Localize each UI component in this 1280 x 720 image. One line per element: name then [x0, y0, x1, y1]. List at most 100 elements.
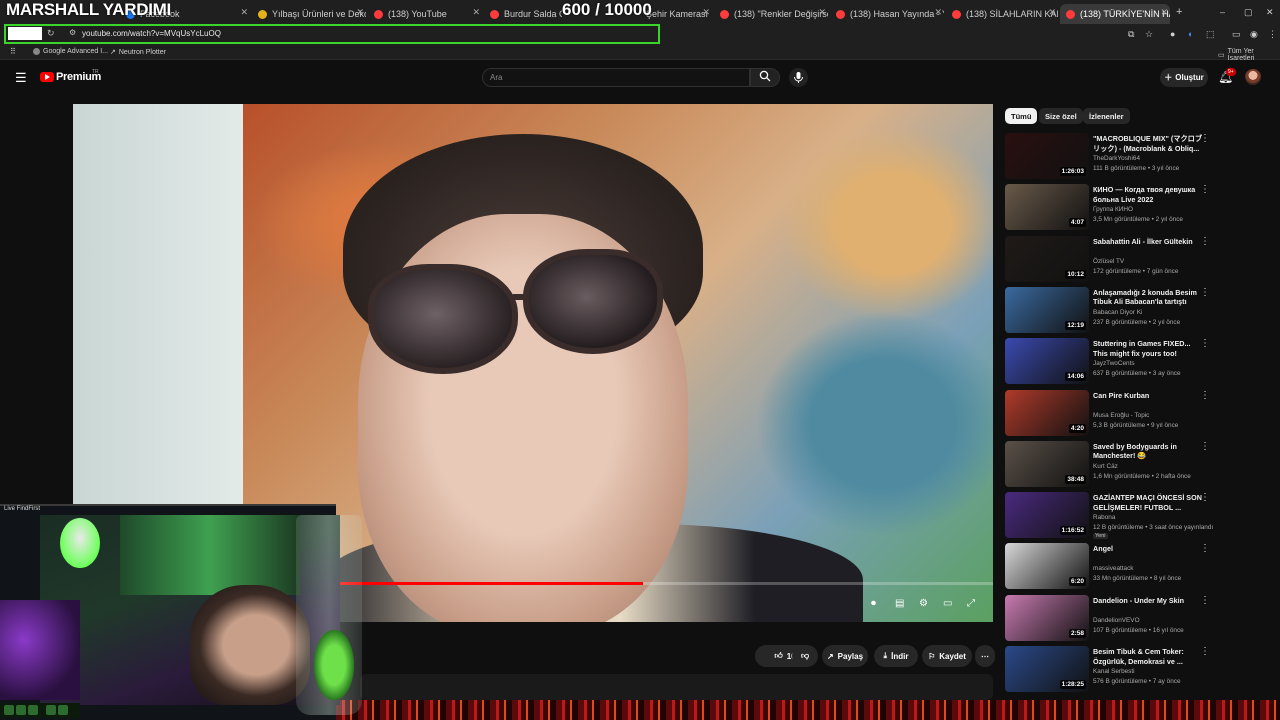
video-thumbnail[interactable]: 6:20 — [1005, 543, 1089, 590]
video-title[interactable]: Dandelion - Under My Skin — [1093, 596, 1205, 606]
bookmark-star-icon[interactable]: ☆ — [1145, 29, 1153, 40]
sidebar-icon[interactable]: ▭ — [1232, 29, 1241, 40]
more-vertical-icon[interactable]: ⋮ — [1200, 595, 1210, 606]
video-title[interactable]: Stuttering in Games FIXED... This might … — [1093, 339, 1205, 358]
channel-name[interactable]: Группа КИНО — [1093, 206, 1133, 213]
video-title[interactable]: Anlaşamadığı 2 konuda Besim Tibuk Ali Ba… — [1093, 288, 1205, 307]
more-vertical-icon[interactable]: ⋮ — [1200, 236, 1210, 247]
channel-name[interactable]: Kurt Cäz — [1093, 463, 1118, 470]
video-title[interactable]: Saved by Bodyguards in Manchester! 😂 — [1093, 442, 1205, 461]
bookmark-item[interactable]: Google Advanced I... — [33, 48, 108, 55]
video-thumbnail[interactable]: 4:20 — [1005, 389, 1089, 436]
extension-icon[interactable]: ◐ — [1188, 29, 1193, 39]
minimize-icon[interactable]: – — [1220, 7, 1225, 17]
site-info-icon[interactable]: ⚙ — [69, 28, 76, 37]
prev-icon[interactable] — [46, 705, 56, 715]
browser-tab[interactable]: (138) SİLAHLARIN KANUNU✕ — [946, 4, 1058, 24]
close-icon[interactable]: ✕ — [240, 7, 248, 18]
maximize-icon[interactable]: ▢ — [1244, 7, 1253, 18]
dislike-button[interactable]: 👎︎ — [792, 645, 818, 667]
video-thumbnail[interactable]: 12:19 — [1005, 286, 1089, 333]
browser-tab[interactable]: (138) Hasan Yayında - YouTube✕ — [830, 4, 944, 24]
video-title[interactable]: Sabahattin Ali - İlker Gültekin — [1093, 237, 1205, 247]
chip-watched[interactable]: İzlenenler — [1083, 108, 1130, 124]
channel-name[interactable]: massiveattack — [1093, 565, 1134, 572]
channel-name[interactable]: Özlüsel TV — [1093, 258, 1124, 265]
more-vertical-icon[interactable]: ⋮ — [1200, 287, 1210, 298]
recommendation-card[interactable]: 4:20 Can Pire Kurban Musa Eroğlu - Topic 5,… — [1005, 389, 1210, 438]
channel-name[interactable]: DandelionVEVO — [1093, 617, 1140, 624]
recommendation-card[interactable]: 4:07 КИНО — Когда твоя девушка больна Liv… — [1005, 184, 1210, 232]
channel-name[interactable]: JayzTwoCents — [1093, 360, 1135, 367]
close-icon[interactable]: ✕ — [356, 7, 364, 18]
apps-icon[interactable]: ⠿ — [10, 47, 16, 56]
browser-tab[interactable]: Yılbaşı Ürünleri ve Dekorasyon✕ — [252, 4, 366, 24]
more-vertical-icon[interactable]: ⋮ — [1200, 338, 1210, 349]
recommendation-card[interactable]: 10:12 Sabahattin Ali - İlker Gültekin Özlü… — [1005, 235, 1210, 284]
browser-tab[interactable]: Burdur Salda Gölü Canlı — [484, 4, 562, 24]
close-icon[interactable]: ✕ — [818, 7, 826, 18]
profile-icon[interactable]: ◉ — [1250, 29, 1258, 40]
close-icon[interactable]: ✕ — [702, 7, 710, 18]
channel-name[interactable]: Musa Eroğlu - Topic — [1093, 412, 1149, 419]
voice-search-button[interactable] — [789, 68, 808, 87]
extensions-puzzle-icon[interactable]: ⬚ — [1206, 29, 1215, 40]
avatar[interactable] — [1245, 69, 1261, 85]
save-button[interactable]: ⚐ Kaydet — [922, 645, 972, 667]
more-vertical-icon[interactable]: ⋮ — [1200, 390, 1210, 401]
cast-icon[interactable]: ⧉ — [1128, 29, 1134, 40]
browser-tab[interactable]: (138) "Renkler Değişirse...Hay✕ — [714, 4, 828, 24]
fullscreen-icon[interactable]: ⤢ — [967, 598, 975, 609]
recommendation-card[interactable]: 1:16:52 GAZİANTEP MAÇI ÖNCESİ SON GELİŞME… — [1005, 492, 1213, 540]
recommendation-card[interactable]: 6:20 Angel massiveattack 33 Mn görüntüleme … — [1005, 543, 1210, 591]
create-button[interactable]: ＋ Oluştur — [1160, 68, 1208, 87]
browser-menu-icon[interactable]: ⋮ — [1268, 29, 1277, 40]
search-input[interactable] — [482, 68, 750, 87]
close-window-icon[interactable]: ✕ — [1266, 7, 1274, 18]
description-box[interactable] — [360, 674, 993, 700]
video-thumbnail[interactable]: 1:28:25 — [1005, 646, 1089, 692]
chip-for-you[interactable]: Size özel — [1039, 108, 1083, 124]
recommendation-card[interactable]: 2:58 Dandelion - Under My Skin DandelionVE… — [1005, 594, 1210, 643]
more-vertical-icon[interactable]: ⋮ — [1200, 492, 1210, 503]
bookmark-item[interactable]: ↗ Neutron Plotter — [110, 48, 166, 57]
menu-icon[interactable]: ☰ — [15, 70, 27, 86]
share-button[interactable]: ↗ Paylaş — [822, 645, 868, 667]
more-vertical-icon[interactable]: ⋮ — [1200, 543, 1210, 554]
video-thumbnail[interactable]: 14:06 — [1005, 338, 1089, 385]
play-icon[interactable] — [16, 705, 26, 715]
theater-mode-icon[interactable]: ▭ — [943, 598, 952, 609]
channel-name[interactable]: Kanal Serbesti — [1093, 668, 1135, 675]
channel-name[interactable]: Babacan Diyor Ki — [1093, 309, 1142, 316]
browser-tab-active[interactable]: (138) TÜRKİYE'NİN HALKI✕ — [1060, 4, 1170, 24]
video-thumbnail[interactable]: 38:48 — [1005, 440, 1089, 487]
recommendation-card[interactable]: 1:28:25 Besim Tibuk & Cem Toker: Özgürlük… — [1005, 646, 1210, 694]
download-button[interactable]: ⤓ İndir — [874, 645, 918, 667]
reload-icon[interactable]: ↻ — [47, 28, 55, 39]
close-icon[interactable]: ✕ — [472, 7, 480, 18]
recommendation-card[interactable]: 12:19 Anlaşamadığı 2 konuda Besim Tibuk A… — [1005, 286, 1210, 335]
more-vertical-icon[interactable]: ⋮ — [1200, 184, 1210, 195]
video-thumbnail[interactable]: 1:26:03 — [1005, 133, 1089, 179]
subtitles-icon[interactable]: ▤ — [895, 598, 904, 609]
more-vertical-icon[interactable]: ⋮ — [1200, 646, 1210, 657]
video-thumbnail[interactable]: 10:12 — [1005, 235, 1089, 282]
more-vertical-icon[interactable]: ⋮ — [1200, 441, 1210, 452]
recommendation-card[interactable]: 1:26:03 "MACROBLIQUE MIX" (マクロブリック) - (Ma… — [1005, 133, 1210, 181]
close-icon[interactable]: ✕ — [934, 7, 942, 18]
video-title[interactable]: Can Pire Kurban — [1093, 391, 1205, 401]
new-tab-button[interactable]: + — [1176, 6, 1182, 18]
channel-name[interactable]: Rabona — [1093, 514, 1115, 521]
pause-icon[interactable] — [4, 705, 14, 715]
more-vertical-icon[interactable]: ⋮ — [1200, 133, 1210, 144]
chip-all[interactable]: Tümü — [1005, 108, 1038, 124]
settings-gear-icon[interactable]: ⚙ — [919, 598, 928, 609]
browser-tab[interactable]: (138) YouTube ✕ — [368, 4, 482, 24]
next-icon[interactable] — [58, 705, 68, 715]
video-title[interactable]: КИНО — Когда твоя девушка больна Live 20… — [1093, 185, 1205, 204]
extension-icon[interactable]: ● — [1170, 29, 1175, 39]
url-field[interactable]: youtube.com/watch?v=MVqUsYcLuOQ — [82, 29, 221, 38]
video-title[interactable]: Besim Tibuk & Cem Toker: Özgürlük, Demok… — [1093, 647, 1205, 666]
close-icon[interactable]: ✕ — [1048, 7, 1056, 18]
more-actions-button[interactable]: ⋯ — [975, 645, 995, 667]
